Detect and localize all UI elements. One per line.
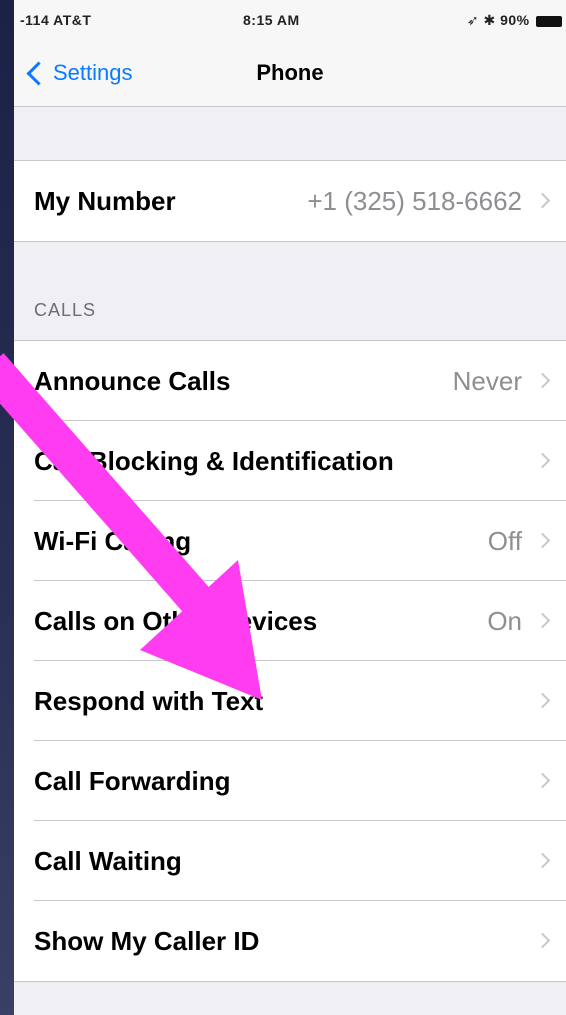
announce-calls-row[interactable]: Announce Calls Never (14, 341, 566, 421)
location-icon: ➶ (466, 12, 480, 28)
calls-section-header: CALLS (34, 300, 97, 320)
status-bar: -114 AT&T 8:15 AM ➶ ✱ 90% (14, 0, 566, 40)
row-label: Respond with Text (34, 685, 264, 716)
screen-frame (0, 0, 14, 1015)
row-label: Announce Calls (34, 365, 231, 396)
chevron-right-icon (534, 932, 551, 949)
chevron-right-icon (534, 532, 551, 549)
row-value: On (487, 605, 522, 636)
my-number-value: +1 (325) 518-6662 (307, 185, 522, 216)
respond-with-text-row[interactable]: Respond with Text (14, 661, 566, 741)
call-waiting-row[interactable]: Call Waiting (14, 821, 566, 901)
battery-icon (536, 15, 562, 27)
page-title: Phone (256, 60, 324, 85)
my-number-group: My Number +1 (325) 518-6662 (14, 160, 566, 242)
chevron-right-icon (534, 692, 551, 709)
row-value: Never (452, 365, 522, 396)
row-label: Show My Caller ID (34, 925, 260, 956)
calls-other-devices-row[interactable]: Calls on Other Devices On (14, 581, 566, 661)
chevron-right-icon (534, 612, 551, 629)
row-label: Call Waiting (34, 845, 182, 876)
row-label: Wi-Fi Calling (34, 525, 192, 556)
my-number-label: My Number (34, 185, 176, 216)
calls-group: Announce Calls Never Call Blocking & Ide… (14, 340, 566, 982)
battery-percent: 90% (500, 12, 530, 28)
chevron-right-icon (534, 192, 551, 209)
carrier-label: -114 AT&T (20, 12, 92, 28)
wifi-calling-row[interactable]: Wi-Fi Calling Off (14, 501, 566, 581)
phone-screen: -114 AT&T 8:15 AM ➶ ✱ 90% Settings Phone… (14, 0, 566, 1015)
call-blocking-row[interactable]: Call Blocking & Identification (14, 421, 566, 501)
call-forwarding-row[interactable]: Call Forwarding (14, 741, 566, 821)
chevron-right-icon (534, 852, 551, 869)
show-caller-id-row[interactable]: Show My Caller ID (14, 901, 566, 981)
chevron-right-icon (534, 372, 551, 389)
row-label: Call Blocking & Identification (34, 445, 394, 476)
status-right: ➶ ✱ 90% (467, 12, 562, 29)
navigation-bar: Settings Phone (14, 40, 566, 107)
row-label: Call Forwarding (34, 765, 231, 796)
my-number-row[interactable]: My Number +1 (325) 518-6662 (14, 161, 566, 241)
status-time: 8:15 AM (243, 12, 300, 28)
chevron-right-icon (534, 772, 551, 789)
bluetooth-icon: ✱ (483, 12, 496, 28)
chevron-right-icon (534, 452, 551, 469)
row-value: Off (487, 525, 522, 556)
row-label: Calls on Other Devices (34, 605, 318, 636)
